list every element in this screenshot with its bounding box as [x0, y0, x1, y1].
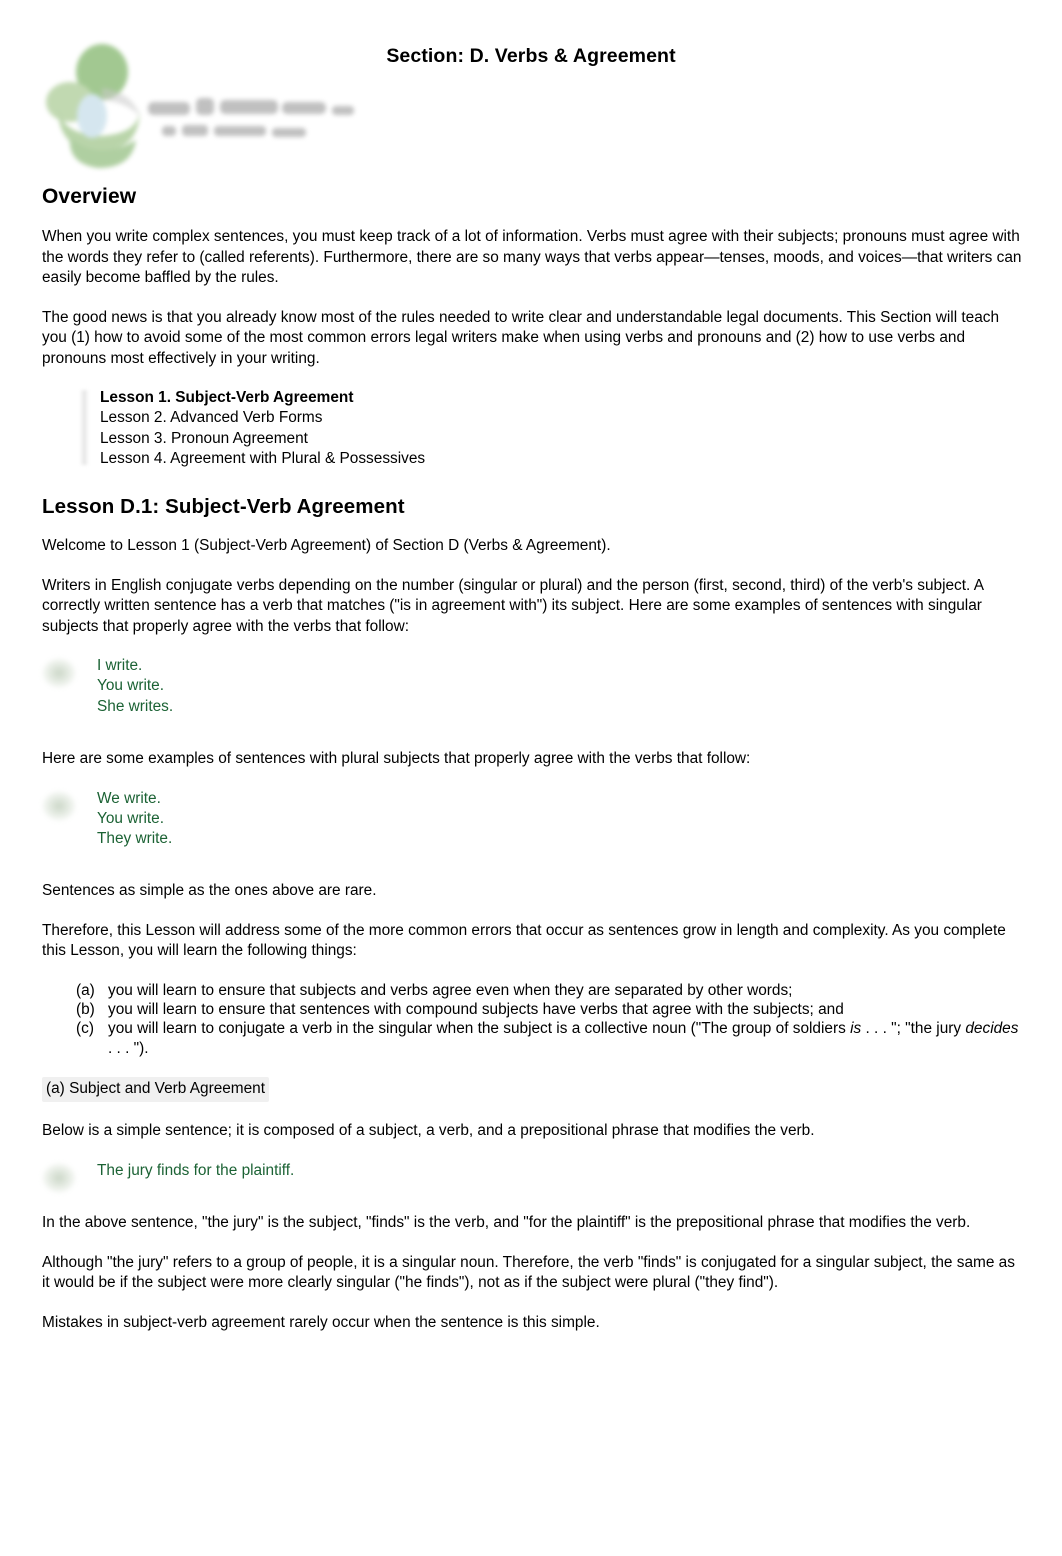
lesson-list: Lesson 1. Subject-Verb Agreement Lesson …: [42, 388, 1022, 469]
example-line: She writes.: [97, 697, 174, 715]
list-marker: (a): [76, 981, 95, 999]
example-marker-icon: [42, 790, 76, 821]
page-title: Section: D. Verbs & Agreement: [386, 45, 676, 67]
below-sentence-paragraph: Below is a simple sentence; it is compos…: [42, 1122, 815, 1140]
document-body: Overview When you write complex sentence…: [42, 185, 1022, 1352]
list-item: (a) you will learn to ensure that subject…: [42, 981, 1022, 1000]
lesson-list-item-1[interactable]: Lesson 1. Subject-Verb Agreement: [100, 388, 1022, 408]
objectives-list: (a) you will learn to ensure that subject…: [42, 981, 1022, 1058]
example-line: You write.: [97, 677, 165, 695]
example-line: We write.: [97, 789, 161, 807]
page-header: Section: D. Verbs & Agreement: [0, 0, 1062, 168]
list-item: (b) you will learn to ensure that sentenc…: [42, 1000, 1022, 1019]
document-page: Section: D. Verbs & Agreement Overview W…: [0, 0, 1062, 1556]
list-item-italic-2: decides: [965, 1020, 1019, 1038]
overview-paragraph-2: The good news is that you already know m…: [42, 308, 1000, 367]
example-line: The jury finds for the plaintiff.: [97, 1161, 295, 1179]
subheading-subject-and-verb-agreement: (a) Subject and Verb Agreement: [42, 1076, 270, 1103]
list-item-text-part-3: . . . ").: [108, 1039, 149, 1057]
explanation-paragraph-3: Mistakes in subject-verb agreement rarel…: [42, 1313, 600, 1331]
example-block-plural: We write. You write. They write.: [42, 789, 1022, 850]
example-block-jury: The jury finds for the plaintiff.: [42, 1161, 1022, 1193]
example-marker-icon: [42, 1162, 76, 1193]
list-item-text: you will learn to ensure that sentences …: [108, 1001, 844, 1019]
example-marker-icon: [42, 658, 76, 689]
example-line: They write.: [97, 830, 173, 848]
overview-heading: Overview: [42, 185, 137, 208]
therefore-paragraph: Therefore, this Lesson will address some…: [42, 921, 1006, 960]
example-line: You write.: [97, 809, 165, 827]
list-item-text-part-1: you will learn to conjugate a verb in th…: [108, 1020, 851, 1038]
lesson-heading: Lesson D.1: Subject-Verb Agreement: [42, 495, 405, 519]
overview-paragraph-1: When you write complex sentences, you mu…: [42, 228, 1022, 286]
lesson-list-item-2[interactable]: Lesson 2. Advanced Verb Forms: [100, 408, 1022, 428]
rare-note: Sentences as simple as the ones above ar…: [42, 882, 377, 900]
list-item: (c) you will learn to conjugate a verb in…: [42, 1019, 1022, 1057]
lesson-list-item-4[interactable]: Lesson 4. Agreement with Plural & Posses…: [100, 449, 1022, 469]
subheading-wrapper: (a) Subject and Verb Agreement: [42, 1076, 1022, 1122]
lesson-list-item-3[interactable]: Lesson 3. Pronoun Agreement: [100, 429, 1022, 449]
list-marker: (b): [76, 1001, 95, 1019]
explanation-paragraph-2: Although "the jury" refers to a group of…: [42, 1253, 1015, 1292]
plural-lead: Here are some examples of sentences with…: [42, 750, 751, 768]
lesson-intro: Writers in English conjugate verbs depen…: [42, 576, 984, 635]
list-item-italic-1: is: [850, 1020, 862, 1038]
list-item-text: you will learn to ensure that subjects a…: [108, 981, 793, 999]
example-line: I write.: [97, 657, 143, 675]
list-marker: (c): [76, 1020, 94, 1038]
lesson-welcome: Welcome to Lesson 1 (Subject-Verb Agreem…: [42, 537, 611, 555]
explanation-paragraph-1: In the above sentence, "the jury" is the…: [42, 1214, 971, 1232]
example-block-singular: I write. You write. She writes.: [42, 656, 1022, 717]
list-item-text-part-2: . . . "; "the jury: [861, 1020, 966, 1038]
